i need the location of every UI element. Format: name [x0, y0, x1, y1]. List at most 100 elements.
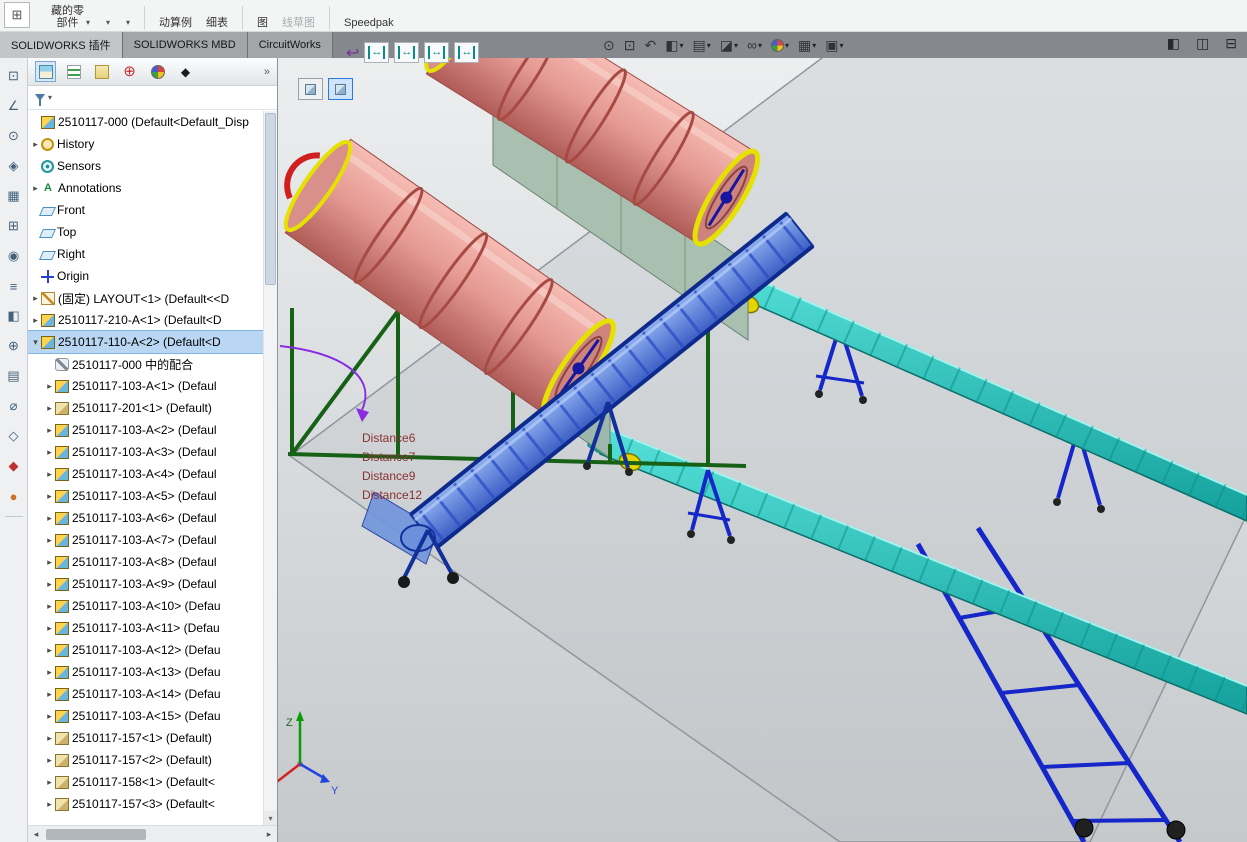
tree-item[interactable]: ▸ 2510117-103-A<11> (Defau — [28, 617, 263, 639]
expander-icon[interactable]: ▸ — [44, 711, 55, 722]
section-view-button[interactable]: ◧ ▾ — [662, 36, 686, 54]
display-state-tab-1[interactable] — [298, 78, 323, 100]
expander-icon[interactable]: ▸ — [44, 491, 55, 502]
tree-item[interactable]: ▸ 2510117-201<1> (Default) — [28, 397, 263, 419]
tree-item[interactable]: ▸ 2510117-157<1> (Default) — [28, 727, 263, 749]
tree-item[interactable]: ▸ 2510117-103-A<1> (Defaul — [28, 375, 263, 397]
tree-item[interactable]: ▸ 2510117-103-A<15> (Defau — [28, 705, 263, 727]
expander-icon[interactable]: ▸ — [44, 623, 55, 634]
width-mate-icon[interactable]: ↔ — [424, 42, 450, 63]
horizontal-scroll-thumb[interactable] — [46, 828, 146, 840]
width-mate-icon[interactable]: ↔ — [364, 42, 390, 63]
expander-icon[interactable]: ▸ — [44, 425, 55, 436]
display-style-button[interactable]: ◪ ▾ — [717, 36, 741, 54]
expander-icon[interactable]: ▸ — [44, 381, 55, 392]
scroll-down-arrow[interactable]: ▾ — [264, 811, 277, 825]
ribbon-button[interactable]: 藏的零 部件 ▾ — [44, 4, 97, 30]
expander-icon[interactable]: ▸ — [44, 557, 55, 568]
panel-flyout-arrow[interactable]: » — [264, 66, 270, 78]
zoom-to-area-button[interactable]: ⊡ — [621, 36, 639, 54]
tree-filter-row[interactable]: ▾ — [28, 86, 277, 110]
tree-item[interactable]: Origin — [28, 265, 263, 287]
tree-root-item[interactable]: 2510117-000 (Default<Default_Disp — [28, 111, 263, 133]
view-orientation-button[interactable]: ▤ ▾ — [689, 36, 713, 54]
tree-item[interactable]: ▸ 2510117-103-A<14> (Defau — [28, 683, 263, 705]
expander-icon[interactable]: ▸ — [30, 139, 41, 150]
tree-item[interactable]: Sensors — [28, 155, 263, 177]
mate-distance-label[interactable]: Distance6 — [362, 431, 415, 445]
width-mate-icon[interactable]: ↔ — [454, 42, 480, 63]
propertymanager-tab[interactable] — [63, 61, 84, 82]
expander-icon[interactable]: ▸ — [44, 733, 55, 744]
expander-icon[interactable]: ▾ — [30, 337, 41, 348]
left-tool-icon-11[interactable]: ▤ — [4, 366, 24, 386]
featuremanager-tab[interactable] — [35, 61, 56, 82]
displaymanager-tab[interactable] — [147, 61, 168, 82]
task-pane-split-button[interactable]: ◫ — [1196, 35, 1209, 52]
view-settings-button[interactable]: ▣ ▾ — [822, 36, 846, 54]
tree-vertical-scrollbar[interactable]: ▾ — [263, 111, 277, 825]
tree-item[interactable]: ▾ 2510117-110-A<2> (Default<D — [28, 330, 263, 354]
ribbon-button[interactable]: 图 — [250, 16, 275, 30]
tree-item[interactable]: ▸ 2510117-103-A<2> (Defaul — [28, 419, 263, 441]
expander-icon[interactable]: ▸ — [30, 183, 41, 194]
expander-icon[interactable]: ▸ — [44, 601, 55, 612]
tree-item[interactable]: ▸ 2510117-103-A<9> (Defaul — [28, 573, 263, 595]
expander-icon[interactable]: ▸ — [44, 535, 55, 546]
configurationmanager-tab[interactable] — [91, 61, 112, 82]
left-tool-icon-1[interactable]: ⊡ — [4, 66, 24, 86]
expander-icon[interactable]: ▸ — [30, 315, 41, 326]
tree-item[interactable]: ▸ Annotations — [28, 177, 263, 199]
task-pane-collapse-button[interactable]: ⊟ — [1225, 35, 1237, 52]
left-tool-icon-7[interactable]: ◉ — [4, 246, 24, 266]
tree-item[interactable]: ▸ (固定) LAYOUT<1> (Default<<D — [28, 287, 263, 309]
expander-icon[interactable]: ▸ — [30, 293, 41, 304]
edit-appearance-button[interactable]: ▾ — [768, 38, 792, 53]
tree-item[interactable]: Top — [28, 221, 263, 243]
expander-icon[interactable]: ▸ — [44, 799, 55, 810]
expander-icon[interactable]: ▸ — [44, 513, 55, 524]
task-pane-left-button[interactable]: ◧ — [1167, 35, 1180, 52]
tree-item[interactable]: ▸ 2510117-103-A<12> (Defau — [28, 639, 263, 661]
width-mate-icon[interactable]: ↔ — [394, 42, 420, 63]
apply-scene-button[interactable]: ▦ ▾ — [795, 36, 819, 54]
left-tool-icon-10[interactable]: ⊕ — [4, 336, 24, 356]
tree-item[interactable]: Front — [28, 199, 263, 221]
left-tool-icon-2[interactable]: ∠ — [4, 96, 24, 116]
expander-icon[interactable]: ▸ — [44, 667, 55, 678]
tree-item[interactable]: Right — [28, 243, 263, 265]
scroll-right-arrow[interactable]: ▸ — [261, 829, 277, 840]
left-tool-icon-5[interactable]: ▦ — [4, 186, 24, 206]
previous-view-button[interactable]: ↶ — [641, 36, 659, 54]
expander-icon[interactable]: ▸ — [44, 689, 55, 700]
mate-distance-label[interactable]: Distance7 — [362, 450, 415, 464]
ribbon-button[interactable]: 动算例 — [152, 16, 199, 30]
left-tool-icon-9[interactable]: ◧ — [4, 306, 24, 326]
tree-item[interactable]: ▸ 2510117-103-A<13> (Defau — [28, 661, 263, 683]
left-tool-icon-4[interactable]: ◈ — [4, 156, 24, 176]
tree-horizontal-scrollbar[interactable]: ◂ ▸ — [28, 825, 277, 842]
hide-show-items-button[interactable]: ∞ ▾ — [744, 36, 765, 54]
mate-distance-label[interactable]: Distance12 — [362, 488, 422, 502]
scroll-left-arrow[interactable]: ◂ — [28, 829, 44, 840]
left-tool-icon-13[interactable]: ◇ — [4, 426, 24, 446]
ribbon-button[interactable]: Speedpak — [337, 16, 401, 30]
tree-item[interactable]: ▸ 2510117-158<1> (Default< — [28, 771, 263, 793]
graphics-viewport[interactable]: Z X Y Distance6 Distance7 Distance9 Distanc… — [278, 58, 1247, 842]
ribbon-button[interactable]: 线草图 — [275, 16, 322, 30]
tree-item[interactable]: ▸ 2510117-103-A<4> (Defaul — [28, 463, 263, 485]
flyout-back-arrow-icon[interactable]: ↩ — [346, 43, 359, 63]
tree-item[interactable]: ▸ 2510117-210-A<1> (Default<D — [28, 309, 263, 331]
mate-distance-label[interactable]: Distance9 — [362, 469, 415, 483]
left-tool-icon-14[interactable]: ◆ — [4, 456, 24, 476]
model-scene[interactable]: Z X Y — [278, 58, 1247, 842]
tree-item[interactable]: ▸ 2510117-103-A<5> (Defaul — [28, 485, 263, 507]
left-tool-icon-8[interactable]: ≡ — [4, 276, 24, 296]
expander-icon[interactable]: ▸ — [44, 403, 55, 414]
expander-icon[interactable]: ▸ — [44, 579, 55, 590]
tree-item[interactable]: ▸ 2510117-103-A<8> (Defaul — [28, 551, 263, 573]
tree-item[interactable]: ▸ 2510117-157<2> (Default) — [28, 749, 263, 771]
commandmanager-tab[interactable]: CircuitWorks — [247, 32, 333, 58]
expander-icon[interactable]: ▸ — [44, 777, 55, 788]
ribbon-button[interactable]: ▾ — [117, 16, 137, 30]
